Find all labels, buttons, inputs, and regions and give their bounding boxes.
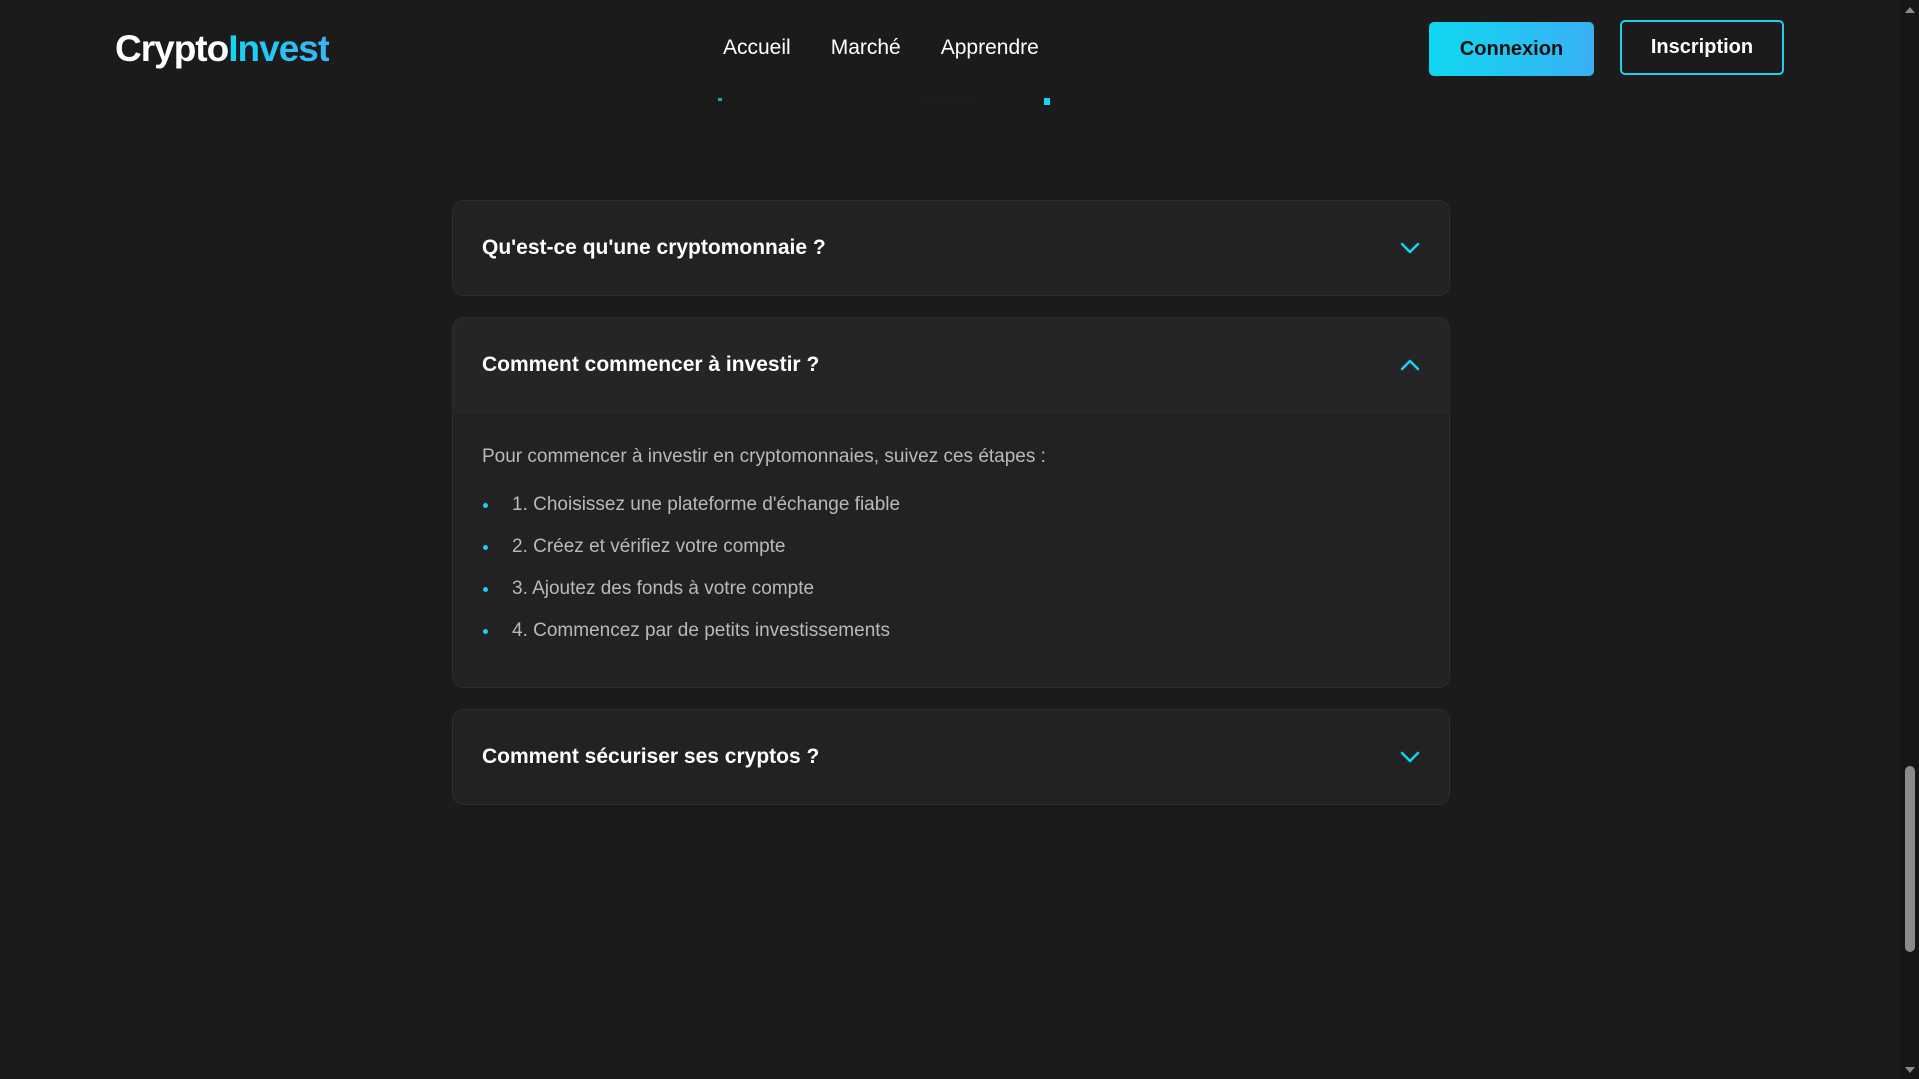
login-button[interactable]: Connexion — [1429, 22, 1594, 76]
list-item: 1. Choisissez une plateforme d'échange f… — [482, 491, 1420, 519]
faq-item: Comment commencer à investir ? Pour comm… — [452, 317, 1450, 688]
faq-answer: Pour commencer à investir en cryptomonna… — [453, 412, 1449, 687]
faq-question-toggle[interactable]: Comment commencer à investir ? — [453, 318, 1449, 412]
logo[interactable]: CryptoInvest — [115, 26, 330, 72]
chevron-down-icon[interactable] — [1399, 746, 1421, 768]
step-text: 2. Créez et vérifiez votre compte — [512, 536, 786, 557]
signup-button[interactable]: Inscription — [1620, 20, 1784, 75]
faq-question-text: Comment commencer à investir ? — [482, 353, 820, 376]
site-header: CryptoInvest Accueil Marché Apprendre Co… — [0, 0, 1900, 98]
scrollbar-thumb[interactable] — [1905, 766, 1915, 952]
dot-icon — [483, 545, 488, 550]
dot-icon — [483, 629, 488, 634]
faq-question-text: Comment sécuriser ses cryptos ? — [482, 745, 820, 768]
step-text: 1. Choisissez une plateforme d'échange f… — [512, 494, 901, 515]
faq-steps-list: 1. Choisissez une plateforme d'échange f… — [482, 491, 1420, 645]
list-item: 3. Ajoutez des fonds à votre compte — [482, 575, 1420, 603]
faq-question-toggle[interactable]: Qu'est-ce qu'une cryptomonnaie ? — [453, 201, 1449, 295]
chevron-down-icon[interactable] — [1399, 237, 1421, 259]
faq-question-toggle[interactable]: Comment sécuriser ses cryptos ? — [453, 710, 1449, 804]
step-text: 4. Commencez par de petits investissemen… — [512, 620, 891, 641]
scroll-up-arrow-icon[interactable] — [1900, 0, 1919, 18]
vertical-scrollbar[interactable] — [1900, 0, 1919, 1079]
faq-section: Qu'est-ce qu'une cryptomonnaie ? Comment… — [452, 200, 1450, 826]
nav-link-apprendre[interactable]: Apprendre — [941, 34, 1039, 62]
scroll-down-arrow-icon[interactable] — [1900, 1061, 1919, 1079]
dot-icon — [483, 503, 488, 508]
chevron-up-icon[interactable] — [1399, 354, 1421, 376]
faq-question-text: Qu'est-ce qu'une cryptomonnaie ? — [482, 236, 826, 259]
step-text: 3. Ajoutez des fonds à votre compte — [512, 578, 815, 599]
nav-link-accueil[interactable]: Accueil — [723, 34, 791, 62]
faq-item: Qu'est-ce qu'une cryptomonnaie ? — [452, 200, 1450, 296]
faq-item: Comment sécuriser ses cryptos ? — [452, 709, 1450, 805]
logo-text-crypto: Crypto — [115, 28, 229, 69]
list-item: 4. Commencez par de petits investissemen… — [482, 617, 1420, 645]
logo-text-invest: Invest — [228, 28, 330, 69]
faq-answer-intro: Pour commencer à investir en cryptomonna… — [482, 446, 1046, 467]
dot-icon — [483, 587, 488, 592]
nav-link-marche[interactable]: Marché — [831, 34, 901, 62]
main-nav: Accueil Marché Apprendre — [723, 34, 1039, 62]
page: CryptoInvest Accueil Marché Apprendre Co… — [0, 0, 1919, 1079]
list-item: 2. Créez et vérifiez votre compte — [482, 533, 1420, 561]
